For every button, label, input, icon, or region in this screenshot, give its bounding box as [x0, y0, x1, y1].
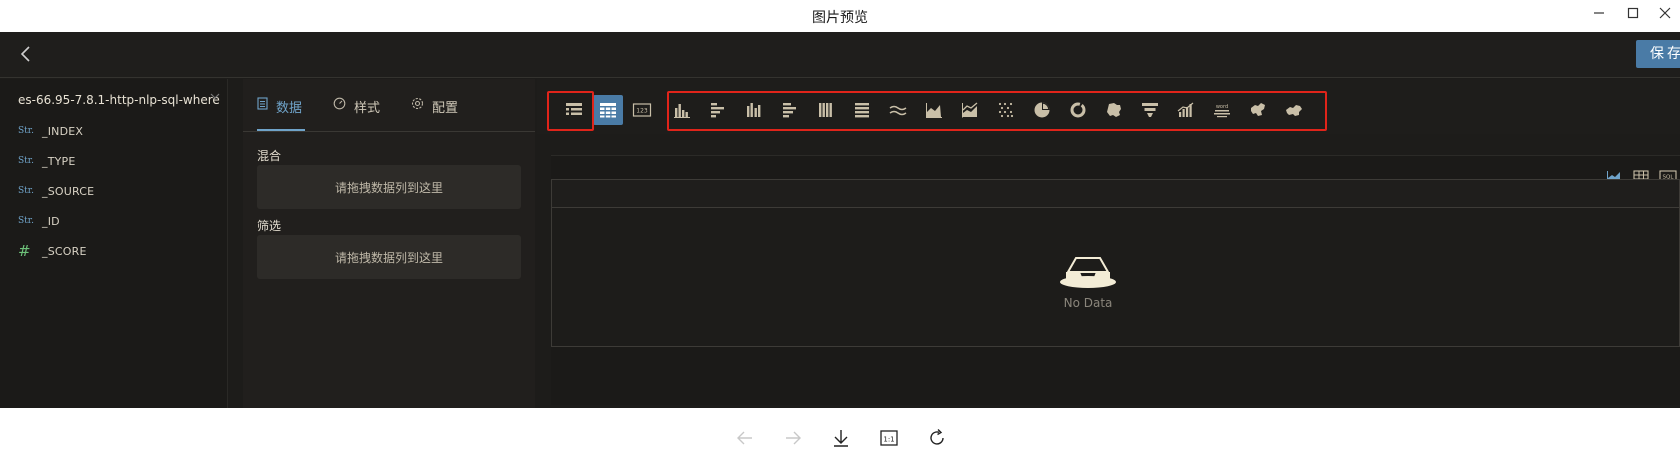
string-type-icon: Str. [18, 186, 34, 196]
window-title-bar: 图片预览 [0, 0, 1680, 32]
back-button[interactable] [14, 42, 38, 66]
filter-section-label: 筛选 [257, 219, 282, 233]
rotate-icon [930, 429, 944, 445]
window-title: 图片预览 [812, 10, 868, 26]
mix-drop-zone[interactable]: 请拖拽数据列到这里 [257, 165, 521, 209]
field-item[interactable]: Str. _TYPE [18, 151, 76, 171]
field-item[interactable]: Str. _ID [18, 211, 60, 231]
field-panel: es-66.95-7.8.1-http-nlp-sql-where Str. _… [0, 79, 228, 408]
tab-label: 样式 [354, 101, 381, 116]
minimize-icon[interactable] [1586, 2, 1612, 24]
highlight-box-chart-types [667, 91, 1327, 131]
empty-state: No Data [1038, 250, 1138, 310]
save-button[interactable]: 保存 [1636, 40, 1680, 68]
tab-data[interactable]: 数据 [257, 97, 305, 131]
table-header [552, 180, 1679, 208]
chevron-down-icon[interactable] [210, 91, 220, 104]
chart-type-toolbar: 123 word [537, 79, 1680, 134]
filter-drop-zone[interactable]: 请拖拽数据列到这里 [257, 235, 521, 279]
svg-text:123: 123 [636, 108, 648, 115]
highlight-box-table [547, 91, 594, 131]
datasource-selector[interactable]: es-66.95-7.8.1-http-nlp-sql-where [18, 93, 220, 107]
string-type-icon: Str. [18, 126, 34, 136]
string-type-icon: Str. [18, 216, 34, 226]
empty-text: No Data [1063, 296, 1113, 310]
field-name: _SCORE [42, 244, 87, 258]
gear-icon [411, 97, 424, 113]
arrow-right-icon [786, 431, 801, 445]
next-button[interactable] [782, 427, 804, 449]
app-window: 保存 es-66.95-7.8.1-http-nlp-sql-where Str… [0, 32, 1680, 408]
mix-section-label: 混合 [257, 149, 282, 163]
string-type-icon: Str. [18, 156, 34, 166]
number-type-icon: # [18, 242, 31, 260]
number-card-icon: 123 [632, 103, 652, 117]
rotate-button[interactable] [926, 427, 948, 449]
field-name: _SOURCE [42, 184, 95, 198]
viewer-toolbar: 1:1 [0, 408, 1680, 468]
tab-label: 数据 [276, 101, 303, 116]
config-tabs: 数据 样式 配置 [243, 79, 535, 132]
result-table: No Data [551, 179, 1680, 347]
grid-table-icon [600, 103, 616, 118]
actual-size-button[interactable]: 1:1 [878, 427, 900, 449]
download-button[interactable] [830, 427, 852, 449]
empty-inbox-icon [1060, 257, 1116, 288]
previous-button[interactable] [734, 427, 756, 449]
field-name: _INDEX [42, 124, 84, 138]
maximize-icon[interactable] [1620, 2, 1646, 24]
field-item[interactable]: # _SCORE [18, 241, 87, 261]
app-header: 保存 [0, 32, 1680, 78]
close-icon[interactable] [1652, 2, 1678, 24]
svg-text:1:1: 1:1 [883, 435, 894, 443]
gauge-icon [333, 97, 346, 113]
chevron-left-icon [20, 46, 30, 62]
tab-config[interactable]: 配置 [411, 97, 458, 131]
actual-size-icon: 1:1 [880, 430, 898, 446]
download-icon [834, 430, 848, 447]
tab-label: 配置 [432, 101, 459, 116]
field-item[interactable]: Str. _INDEX [18, 121, 83, 141]
arrow-left-icon [737, 431, 752, 445]
tab-style[interactable]: 样式 [333, 97, 380, 131]
field-name: _ID [42, 214, 60, 228]
field-item[interactable]: Str. _SOURCE [18, 181, 94, 201]
chart-area: 123 word SQL No Data [537, 79, 1680, 408]
field-name: _TYPE [42, 154, 76, 168]
number-card-button[interactable]: 123 [627, 95, 657, 125]
config-panel: 数据 样式 配置 混合 请拖拽数据列到这里 筛选 请拖拽数据列到这里 [243, 79, 535, 408]
grid-table-button[interactable] [593, 95, 623, 125]
document-icon [257, 97, 268, 113]
